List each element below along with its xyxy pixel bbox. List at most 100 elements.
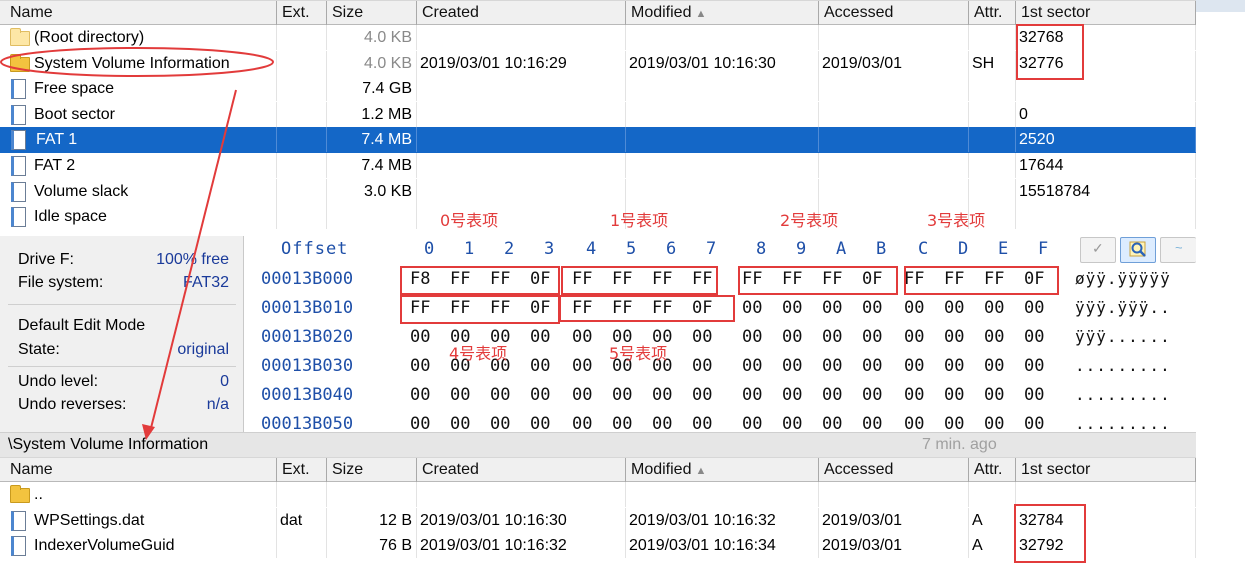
hex-byte[interactable]: 00 [904,297,924,319]
hex-byte[interactable]: 00 [822,326,842,348]
hex-byte[interactable]: 00 [944,297,964,319]
item-attr [969,76,1016,102]
item-modified [626,178,819,204]
hex-ascii[interactable]: øÿÿ.ÿÿÿÿÿ [1075,268,1171,290]
list-item[interactable]: FAT 1 7.4 MB 2520 [0,127,1196,153]
col-header-accessed[interactable]: Accessed [819,1,969,25]
hex-byte[interactable]: 00 [782,326,802,348]
col-header-first-sector[interactable]: 1st sector [1016,1,1196,25]
hex-byte[interactable]: 00 [572,326,592,348]
hex-byte[interactable]: 00 [822,355,842,377]
item-accessed [819,25,969,50]
name-cell: Free space [0,76,277,102]
hex-ascii[interactable]: ......... [1075,355,1171,377]
hex-byte[interactable]: 00 [904,384,924,406]
hex-col-header: 3 [544,239,555,259]
item-accessed [819,76,969,102]
hex-byte[interactable]: 00 [612,384,632,406]
extra-toolbar-button[interactable]: ~ [1160,237,1196,263]
hex-byte[interactable]: 00 [742,384,762,406]
hex-byte[interactable]: 00 [1024,297,1044,319]
hex-byte[interactable]: 00 [862,355,882,377]
item-size [327,482,417,507]
list-item[interactable]: Idle space [0,204,1196,230]
col-header-first-sector[interactable]: 1st sector [1016,458,1196,482]
item-first-sector: 17644 [1016,152,1196,178]
hex-byte[interactable]: 00 [742,355,762,377]
hex-byte[interactable]: 00 [944,355,964,377]
hex-byte[interactable]: 00 [822,384,842,406]
col-header-created[interactable]: Created [417,1,626,25]
hex-byte[interactable]: 00 [410,355,430,377]
hex-byte[interactable]: 00 [410,326,430,348]
hex-byte[interactable]: 00 [1024,326,1044,348]
item-name: Free space [34,80,115,98]
name-cell: FAT 1 [0,127,277,153]
item-accessed [819,178,969,204]
hex-byte[interactable]: 00 [904,355,924,377]
hex-byte[interactable]: 00 [904,326,924,348]
hex-ascii[interactable]: ......... [1075,384,1171,406]
list-item[interactable]: Free space 7.4 GB [0,76,1196,102]
item-name: .. [34,486,43,503]
hex-byte[interactable]: 00 [742,326,762,348]
hex-byte[interactable]: 00 [410,384,430,406]
hex-byte[interactable]: 00 [692,355,712,377]
hex-col-header: 2 [504,239,515,259]
path-bar: \System Volume Information 7 min. ago [0,432,1196,457]
item-created [417,178,626,204]
hex-byte[interactable]: 00 [782,384,802,406]
hex-col-header: 4 [586,239,597,259]
col-header-size[interactable]: Size [327,458,417,482]
col-header-modified[interactable]: Modified ▲ [626,458,819,482]
col-header-name[interactable]: Name [5,458,277,482]
hex-byte[interactable]: 00 [1024,355,1044,377]
hex-byte[interactable]: 00 [652,384,672,406]
hex-byte[interactable]: 00 [742,297,762,319]
hex-byte[interactable]: 00 [944,384,964,406]
hex-byte[interactable]: 00 [984,326,1004,348]
item-accessed [819,482,969,507]
hex-byte[interactable]: 00 [1024,384,1044,406]
hex-byte[interactable]: 00 [782,355,802,377]
col-header-attr[interactable]: Attr. [969,1,1016,25]
list-item[interactable]: Volume slack 3.0 KB 15518784 [0,178,1196,205]
list-item[interactable]: FAT 2 7.4 MB 17644 [0,152,1196,179]
hex-byte[interactable]: 00 [572,384,592,406]
col-header-name[interactable]: Name [5,1,277,25]
col-header-created[interactable]: Created [417,458,626,482]
item-name: Volume slack [34,182,129,200]
hex-byte[interactable]: 00 [450,384,470,406]
hex-byte[interactable]: 00 [692,326,712,348]
hex-byte[interactable]: 00 [822,297,842,319]
list-item[interactable]: Boot sector 1.2 MB 0 [0,101,1196,128]
hex-byte[interactable]: 00 [782,297,802,319]
search-icon-button[interactable] [1120,237,1156,263]
hex-byte[interactable]: 00 [530,384,550,406]
hex-byte[interactable]: 00 [984,384,1004,406]
check-icon-button[interactable]: ✓ [1080,237,1116,263]
col-header-attr[interactable]: Attr. [969,458,1016,482]
hex-byte[interactable]: 00 [572,355,592,377]
hex-byte[interactable]: 00 [984,355,1004,377]
hex-byte[interactable]: 00 [984,297,1004,319]
hex-byte[interactable]: 00 [862,297,882,319]
hex-byte[interactable]: 00 [944,326,964,348]
hex-ascii[interactable]: ÿÿÿ...... [1075,326,1171,348]
col-header-ext[interactable]: Ext. [277,1,327,25]
col-header-accessed[interactable]: Accessed [819,458,969,482]
col-header-size[interactable]: Size [327,1,417,25]
hex-byte[interactable]: 00 [530,355,550,377]
item-modified [626,127,819,153]
hex-byte[interactable]: 00 [692,384,712,406]
hex-byte[interactable]: 00 [862,384,882,406]
col-header-modified[interactable]: Modified ▲ [626,1,819,25]
hex-ascii[interactable]: ÿÿÿ.ÿÿÿ.. [1075,297,1171,319]
hex-col-header: 9 [796,239,807,259]
offset-header: Offset [281,239,349,259]
col-header-ext[interactable]: Ext. [277,458,327,482]
item-size: 12 B [327,507,417,533]
hex-byte[interactable]: 00 [530,326,550,348]
hex-byte[interactable]: 00 [490,384,510,406]
hex-byte[interactable]: 00 [862,326,882,348]
